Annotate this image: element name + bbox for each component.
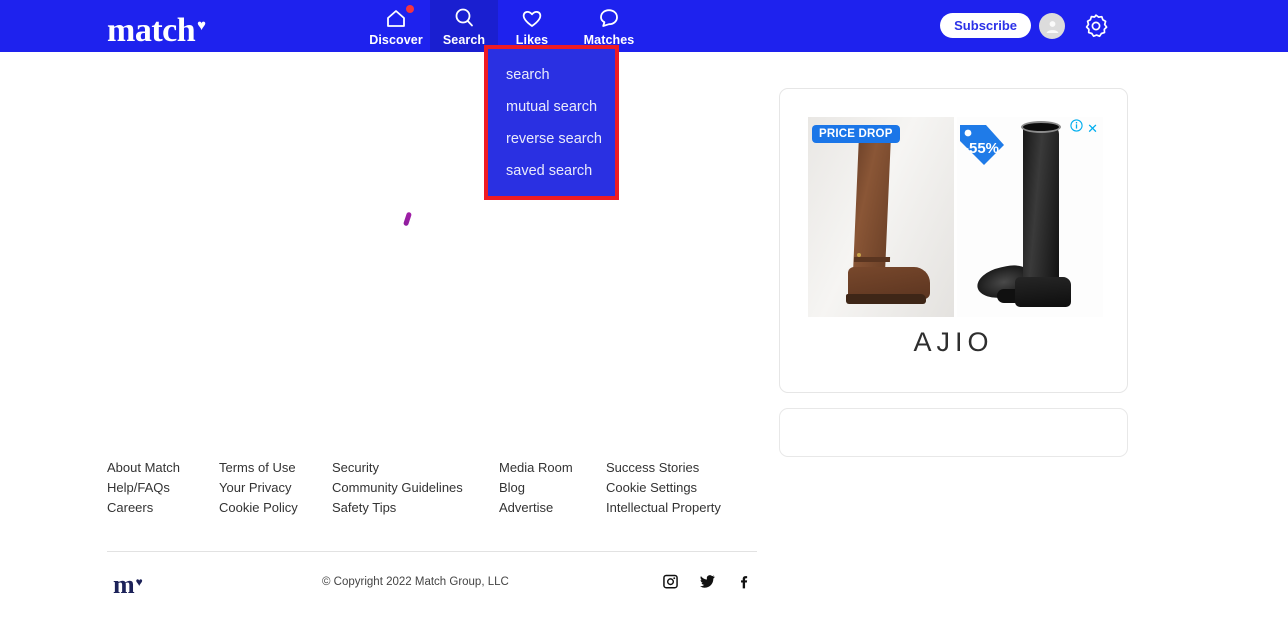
footer-column-2: Terms of Use Your Privacy Cookie Policy xyxy=(219,458,332,518)
advertisement-card[interactable]: PRICE DROP -55% ✕ AJIO xyxy=(779,88,1128,393)
footer-link-intellectual-property[interactable]: Intellectual Property xyxy=(606,498,756,518)
notification-dot xyxy=(406,5,414,13)
dropdown-item-mutual-search[interactable]: mutual search xyxy=(506,91,615,123)
loading-indicator-fragment xyxy=(402,211,413,227)
footer-divider xyxy=(107,551,757,552)
footer-link-media-room[interactable]: Media Room xyxy=(499,458,606,478)
ad-image-right[interactable]: -55% ✕ xyxy=(957,117,1103,317)
footer-column-5: Success Stories Cookie Settings Intellec… xyxy=(606,458,756,518)
match-logo[interactable]: match ♥ xyxy=(107,6,206,51)
footer-link-safety-tips[interactable]: Safety Tips xyxy=(332,498,499,518)
black-boot-foot xyxy=(1015,277,1071,307)
search-icon xyxy=(451,5,477,31)
top-navigation-bar: match ♥ Discover Search Likes Matches Su… xyxy=(0,0,1288,52)
footer-link-cookie-policy[interactable]: Cookie Policy xyxy=(219,498,332,518)
black-boot-shaft xyxy=(1023,125,1059,283)
footer-column-3: Security Community Guidelines Safety Tip… xyxy=(332,458,499,518)
ad-controls: ✕ xyxy=(1070,119,1098,137)
subscribe-button[interactable]: Subscribe xyxy=(940,13,1031,38)
ad-brand-name: AJIO xyxy=(913,327,994,357)
match-logo-text: match xyxy=(107,12,196,49)
heart-icon: ♥ xyxy=(135,575,143,589)
nav-label-discover: Discover xyxy=(369,33,423,47)
heart-icon: ♥ xyxy=(197,18,206,34)
copyright-text: © Copyright 2022 Match Group, LLC xyxy=(322,576,509,588)
avatar[interactable] xyxy=(1039,13,1065,39)
footer-link-terms-of-use[interactable]: Terms of Use xyxy=(219,458,332,478)
footer-link-careers[interactable]: Careers xyxy=(107,498,219,518)
footer-bottom-bar: m ♥ © Copyright 2022 Match Group, LLC xyxy=(107,562,757,604)
info-adchoices-icon[interactable] xyxy=(1070,119,1083,137)
close-icon[interactable]: ✕ xyxy=(1087,122,1098,135)
user-avatar-icon xyxy=(1046,20,1058,33)
discount-tag: -55% xyxy=(958,123,1006,167)
search-dropdown-menu: search mutual search reverse search save… xyxy=(488,49,615,196)
chat-bubble-icon xyxy=(596,5,622,31)
nav-label-search: Search xyxy=(442,33,486,47)
footer-link-about-match[interactable]: About Match xyxy=(107,458,219,478)
brown-boot-stud xyxy=(857,253,861,257)
footer-column-1: About Match Help/FAQs Careers xyxy=(107,458,219,518)
home-icon xyxy=(383,5,414,31)
twitter-icon[interactable] xyxy=(700,574,715,589)
match-footer-logo-text: m xyxy=(113,570,135,599)
footer-link-help-faqs[interactable]: Help/FAQs xyxy=(107,478,219,498)
ad-image-row: PRICE DROP -55% ✕ xyxy=(808,117,1103,317)
footer-link-security[interactable]: Security xyxy=(332,458,499,478)
social-links xyxy=(663,574,752,589)
footer-link-your-privacy[interactable]: Your Privacy xyxy=(219,478,332,498)
footer-link-blog[interactable]: Blog xyxy=(499,478,606,498)
footer-link-success-stories[interactable]: Success Stories xyxy=(606,458,756,478)
footer-links: About Match Help/FAQs Careers Terms of U… xyxy=(107,458,757,518)
discount-tag-label: -55% xyxy=(964,140,1000,157)
footer-link-cookie-settings[interactable]: Cookie Settings xyxy=(606,478,756,498)
nav-item-discover[interactable]: Discover xyxy=(362,0,430,52)
match-footer-logo[interactable]: m ♥ xyxy=(113,568,143,599)
ad-image-left[interactable]: PRICE DROP xyxy=(808,117,954,317)
price-drop-badge: PRICE DROP xyxy=(812,125,900,143)
footer-link-advertise[interactable]: Advertise xyxy=(499,498,606,518)
footer-column-4: Media Room Blog Advertise xyxy=(499,458,606,518)
gear-icon[interactable] xyxy=(1082,12,1110,40)
empty-placeholder-card xyxy=(779,408,1128,457)
dropdown-item-saved-search[interactable]: saved search xyxy=(506,155,615,187)
footer-link-community-guidelines[interactable]: Community Guidelines xyxy=(332,478,499,498)
instagram-icon[interactable] xyxy=(663,574,678,589)
facebook-icon[interactable] xyxy=(737,574,752,589)
search-dropdown-highlight: search mutual search reverse search save… xyxy=(484,45,619,200)
dropdown-item-search[interactable]: search xyxy=(506,59,615,91)
brown-boot-band xyxy=(853,257,891,262)
dropdown-item-reverse-search[interactable]: reverse search xyxy=(506,123,615,155)
black-boot-opening xyxy=(1021,121,1061,133)
brown-boot-heel xyxy=(846,294,926,304)
heart-icon xyxy=(519,5,545,31)
